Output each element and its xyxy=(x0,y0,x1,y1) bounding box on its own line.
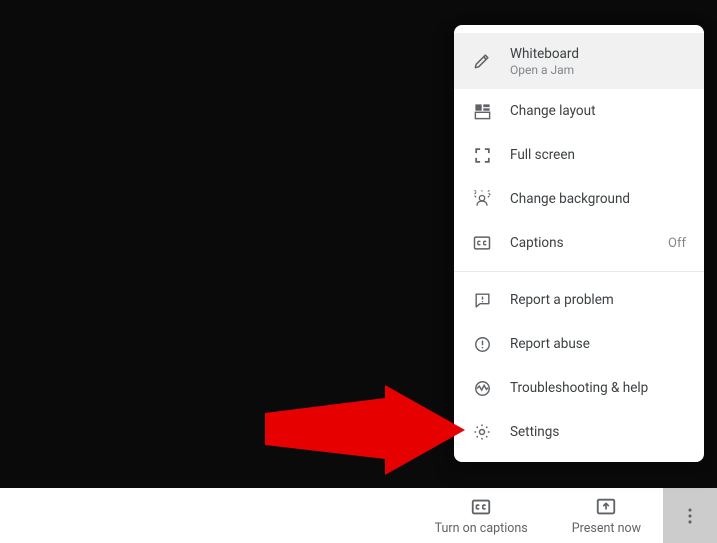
captions-menu-icon xyxy=(472,233,492,253)
captions-label: Captions xyxy=(510,235,650,251)
menu-item-report-abuse[interactable]: Report abuse xyxy=(454,322,704,366)
feedback-icon xyxy=(472,290,492,310)
present-now-label: Present now xyxy=(572,521,641,536)
bottom-bar: Turn on captions Present now xyxy=(0,488,717,543)
menu-item-settings[interactable]: Settings xyxy=(454,410,704,454)
troubleshooting-label: Troubleshooting & help xyxy=(510,380,686,396)
menu-item-report-problem[interactable]: Report a problem xyxy=(454,278,704,322)
fullscreen-icon xyxy=(472,145,492,165)
present-icon xyxy=(595,496,617,518)
gear-icon xyxy=(472,422,492,442)
change-background-label: Change background xyxy=(510,191,686,207)
full-screen-label: Full screen xyxy=(510,147,686,163)
whiteboard-sublabel: Open a Jam xyxy=(510,63,686,77)
report-abuse-icon xyxy=(472,334,492,354)
more-options-button[interactable] xyxy=(663,488,717,543)
menu-item-whiteboard[interactable]: Whiteboard Open a Jam xyxy=(454,33,704,89)
whiteboard-label: Whiteboard xyxy=(510,46,686,62)
menu-item-change-background[interactable]: Change background xyxy=(454,177,704,221)
pencil-icon xyxy=(472,51,492,71)
menu-item-troubleshooting[interactable]: Troubleshooting & help xyxy=(454,366,704,410)
background-icon xyxy=(472,189,492,209)
menu-item-change-layout[interactable]: Change layout xyxy=(454,89,704,133)
more-vertical-icon xyxy=(679,505,701,527)
menu-item-captions[interactable]: Captions Off xyxy=(454,221,704,265)
report-abuse-label: Report abuse xyxy=(510,336,686,352)
present-now-button[interactable]: Present now xyxy=(550,488,663,543)
turn-on-captions-label: Turn on captions xyxy=(435,521,528,536)
captions-icon xyxy=(470,496,492,518)
troubleshooting-icon xyxy=(472,378,492,398)
menu-item-full-screen[interactable]: Full screen xyxy=(454,133,704,177)
more-options-menu: Whiteboard Open a Jam Change layout Full… xyxy=(454,25,704,462)
layout-icon xyxy=(472,101,492,121)
captions-status: Off xyxy=(668,236,686,251)
menu-divider xyxy=(454,271,704,272)
report-problem-label: Report a problem xyxy=(510,292,686,308)
turn-on-captions-button[interactable]: Turn on captions xyxy=(413,488,550,543)
settings-label: Settings xyxy=(510,424,686,440)
change-layout-label: Change layout xyxy=(510,103,686,119)
